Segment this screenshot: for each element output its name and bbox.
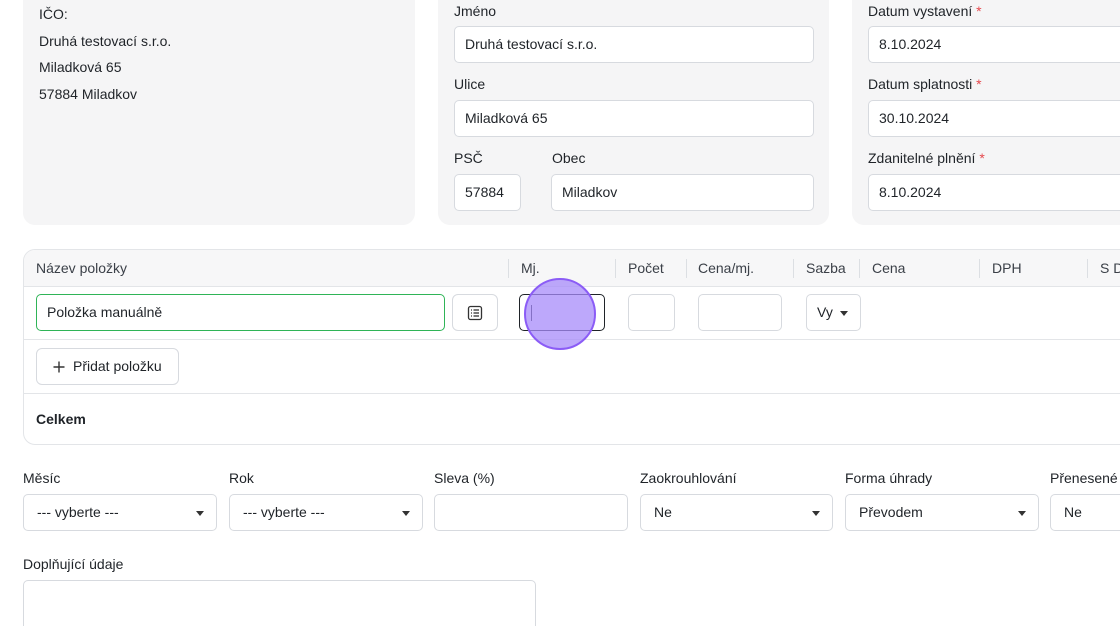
list-icon: [467, 305, 483, 321]
chevron-down-icon: [196, 511, 204, 516]
col-divider: [979, 259, 980, 278]
chevron-down-icon: [812, 511, 820, 516]
year-select[interactable]: --- vyberte ---: [229, 494, 423, 531]
transferred-value: Ne: [1064, 504, 1082, 520]
issue-date-input[interactable]: 8.10.2024: [868, 26, 1120, 63]
item-catalog-button[interactable]: [452, 294, 498, 331]
chevron-down-icon: [840, 311, 848, 316]
col-header-with-vat: S D: [1100, 260, 1120, 276]
month-label: Měsíc: [23, 470, 61, 486]
col-divider: [793, 259, 794, 278]
supplier-ico-label: IČO:: [39, 6, 68, 22]
rounding-label: Zaokrouhlování: [640, 470, 737, 486]
click-indicator: [524, 278, 596, 350]
supplier-city: 57884 Miladkov: [39, 86, 138, 102]
plus-icon: [53, 361, 65, 373]
col-header-unit: Mj.: [521, 260, 540, 276]
col-header-name: Název položky: [36, 260, 128, 276]
total-label: Celkem: [36, 411, 86, 427]
rounding-select[interactable]: Ne: [640, 494, 833, 531]
extra-info-textarea[interactable]: [23, 580, 536, 626]
add-item-label: Přidat položku: [73, 358, 162, 374]
payment-select[interactable]: Převodem: [845, 494, 1039, 531]
add-item-button[interactable]: Přidat položku: [36, 348, 179, 385]
row-divider: [24, 393, 1120, 394]
extra-info-label: Doplňující údaje: [23, 556, 124, 572]
month-value: --- vyberte ---: [37, 504, 119, 520]
supplier-name: Druhá testovací s.r.o.: [39, 33, 172, 49]
customer-zip-label: PSČ: [454, 150, 483, 166]
discount-label: Sleva (%): [434, 470, 495, 486]
customer-zip-input[interactable]: 57884: [454, 174, 521, 211]
chevron-down-icon: [1018, 511, 1026, 516]
item-count-input[interactable]: [628, 294, 675, 331]
year-value: --- vyberte ---: [243, 504, 325, 520]
taxable-date-input[interactable]: 8.10.2024: [868, 174, 1120, 211]
col-divider: [615, 259, 616, 278]
customer-street-label: Ulice: [454, 76, 486, 92]
supplier-street: Miladková 65: [39, 59, 122, 75]
issue-date-label: Datum vystavení *: [868, 3, 982, 19]
col-divider: [686, 259, 687, 278]
rounding-value: Ne: [654, 504, 672, 520]
col-divider: [859, 259, 860, 278]
due-date-label: Datum splatnosti *: [868, 76, 982, 92]
col-header-count: Počet: [628, 260, 664, 276]
col-header-rate: Sazba: [806, 260, 846, 276]
col-divider: [1087, 259, 1088, 278]
item-rate-value: Vy: [817, 304, 833, 320]
customer-name-label: Jméno: [454, 3, 497, 19]
payment-label: Forma úhrady: [845, 470, 933, 486]
item-name-input[interactable]: Položka manuálně: [36, 294, 445, 331]
chevron-down-icon: [402, 511, 410, 516]
transferred-select[interactable]: Ne: [1050, 494, 1120, 531]
col-header-vat: DPH: [992, 260, 1022, 276]
taxable-date-label: Zdanitelné plnění *: [868, 150, 985, 166]
transferred-label: Přenesené: [1050, 470, 1118, 486]
item-rate-select[interactable]: Vy: [806, 294, 861, 331]
customer-name-input[interactable]: Druhá testovací s.r.o.: [454, 26, 814, 63]
customer-city-label: Obec: [552, 150, 586, 166]
year-label: Rok: [229, 470, 254, 486]
col-divider: [508, 259, 509, 278]
customer-street-input[interactable]: Miladková 65: [454, 100, 814, 137]
due-date-input[interactable]: 30.10.2024: [868, 100, 1120, 137]
month-select[interactable]: --- vyberte ---: [23, 494, 217, 531]
item-unit-price-input[interactable]: [698, 294, 782, 331]
payment-value: Převodem: [859, 504, 923, 520]
discount-input[interactable]: [434, 494, 628, 531]
col-header-price: Cena: [872, 260, 906, 276]
col-header-unit-price: Cena/mj.: [698, 260, 755, 276]
customer-city-input[interactable]: Miladkov: [551, 174, 814, 211]
